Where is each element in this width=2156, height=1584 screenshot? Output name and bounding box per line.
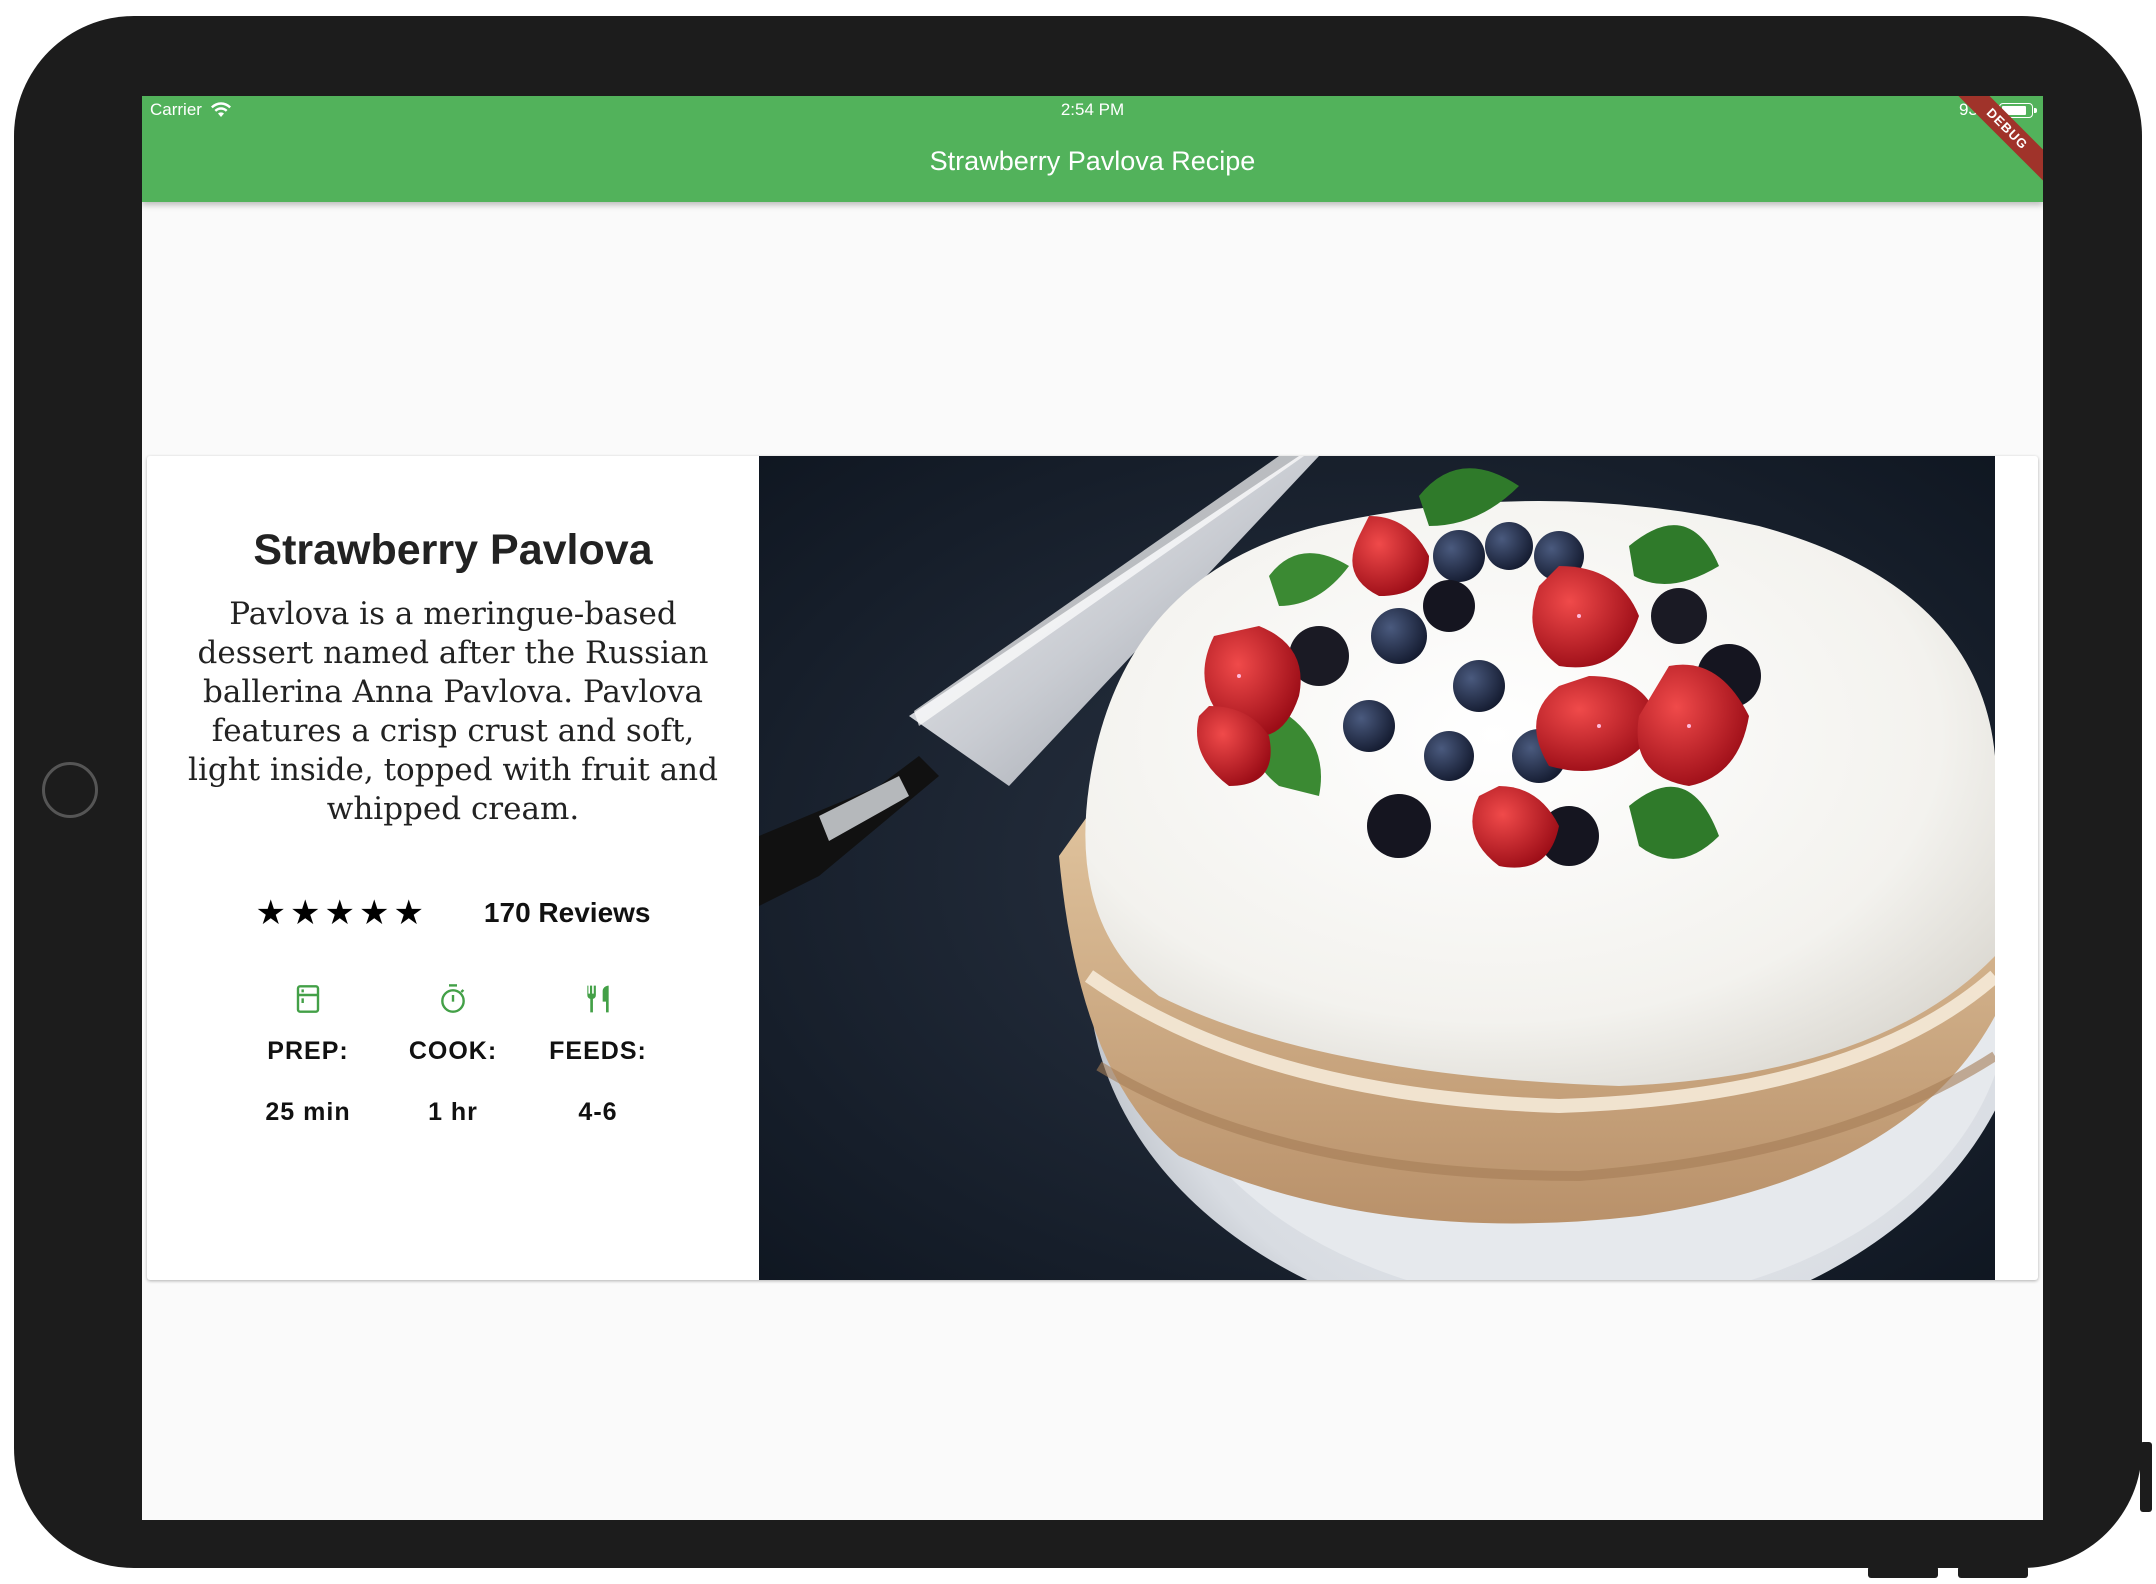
stat-feeds: FEEDS: 4-6: [526, 983, 671, 1127]
recipe-info: Strawberry Pavlova Pavlova is a meringue…: [147, 456, 759, 1280]
side-button: [2140, 1442, 2152, 1512]
recipe-title: Strawberry Pavlova: [253, 526, 653, 574]
stat-label: PREP:: [267, 1037, 349, 1065]
star-icon: ★: [324, 894, 355, 932]
stat-label: COOK:: [408, 1037, 498, 1065]
volume-button: [1868, 1566, 1938, 1578]
rating-row: ★ ★ ★ ★ ★ 170 Reviews: [256, 893, 651, 933]
star-icon: ★: [289, 894, 321, 932]
ipad-frame: Carrier 2:54 PM 93% Strawberry Pavlova R…: [14, 16, 2152, 1578]
stats-row: PREP: 25 min COOK: 1 hr FEEDS: 4-6: [236, 983, 671, 1127]
stat-label: FEEDS:: [549, 1037, 647, 1065]
timer-icon: [441, 984, 465, 1013]
kitchen-icon: [296, 985, 320, 1013]
recipe-description: Pavlova is a meringue-based dessert name…: [188, 596, 718, 827]
reviews-count: 170 Reviews: [483, 897, 651, 928]
stat-value: 25 min: [265, 1098, 351, 1126]
recipe-card: Strawberry Pavlova Pavlova is a meringue…: [147, 456, 2038, 1280]
app-bar-title: Strawberry Pavlova Recipe: [929, 146, 1256, 176]
star-icon: ★: [358, 894, 390, 932]
restaurant-icon: [587, 985, 609, 1013]
star-rating: ★ ★ ★ ★ ★: [256, 893, 424, 933]
stat-cook: COOK: 1 hr: [381, 983, 526, 1127]
screen: Carrier 2:54 PM 93% Strawberry Pavlova R…: [142, 96, 2043, 1520]
stat-value: 4-6: [578, 1098, 618, 1126]
recipe-photo: [759, 456, 1995, 1280]
home-button[interactable]: [42, 762, 98, 818]
pavlova-image: [759, 456, 1995, 1280]
star-icon: ★: [255, 894, 286, 932]
status-time: 2:54 PM: [1060, 100, 1125, 119]
stat-prep: PREP: 25 min: [236, 983, 381, 1127]
app-bar: Carrier 2:54 PM 93% Strawberry Pavlova R…: [142, 96, 2043, 202]
stat-value: 1 hr: [428, 1098, 478, 1126]
star-icon: ★: [393, 894, 424, 932]
volume-button: [1958, 1566, 2028, 1578]
